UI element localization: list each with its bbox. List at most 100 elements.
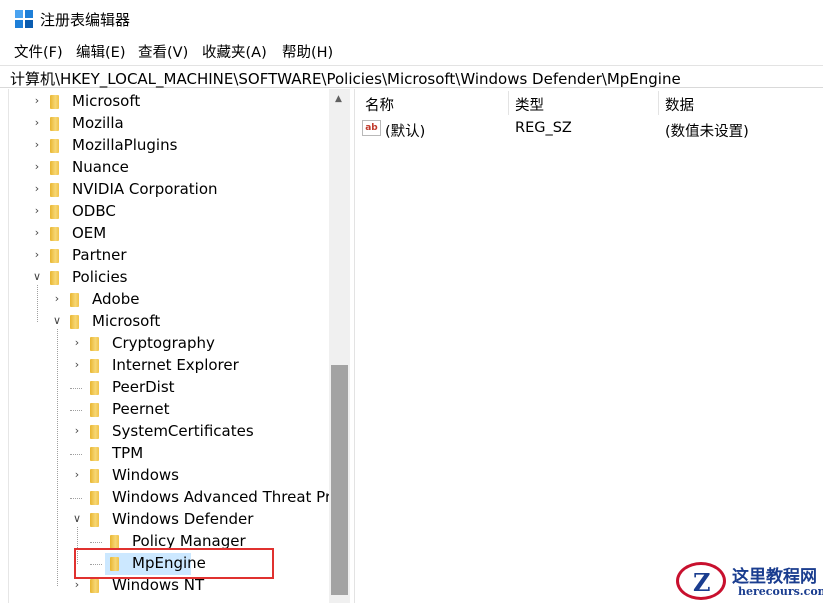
tree-node[interactable]: › Microsoft	[9, 91, 331, 113]
tree-node-label: Internet Explorer	[112, 356, 239, 374]
tree-node-label: PeerDist	[112, 378, 175, 396]
chevron-down-icon[interactable]: ∨	[51, 315, 63, 327]
column-divider[interactable]	[508, 91, 509, 115]
pane-splitter[interactable]	[350, 89, 355, 603]
tree-scrollbar[interactable]: ▲	[329, 89, 350, 603]
registry-editor-icon	[15, 10, 34, 29]
tree-node[interactable]: › OEM	[9, 223, 331, 245]
site-watermark: Z 这里教程网 herecours.com	[676, 560, 823, 603]
folder-icon	[90, 447, 99, 461]
watermark-title: 这里教程网	[732, 567, 817, 587]
tree-guide-line	[70, 388, 82, 389]
title-bar: 注册表编辑器	[0, 0, 823, 38]
chevron-right-icon[interactable]: ›	[31, 205, 43, 217]
column-header-name[interactable]: 名称	[365, 94, 394, 115]
menu-file[interactable]: 文件(F)	[14, 41, 63, 62]
tree-node-label: Peernet	[112, 400, 170, 418]
tree-node-label: Cryptography	[112, 334, 215, 352]
tree-node[interactable]: › Partner	[9, 245, 331, 267]
folder-icon	[90, 403, 99, 417]
tree-node-label: ODBC	[72, 202, 116, 220]
folder-icon	[50, 227, 59, 241]
chevron-right-icon[interactable]: ›	[31, 139, 43, 151]
tree-node-label: Windows Advanced Threat Pro	[112, 488, 340, 506]
chevron-right-icon[interactable]: ›	[71, 579, 83, 591]
menu-view[interactable]: 查看(V)	[138, 41, 188, 62]
tree-guide-line	[57, 329, 58, 586]
value-row[interactable]: ab (默认) REG_SZ (数值未设置)	[356, 118, 823, 140]
tree-node-label: Adobe	[92, 290, 140, 308]
folder-icon	[50, 271, 59, 285]
chevron-right-icon[interactable]: ›	[31, 183, 43, 195]
tree-node-label: OEM	[72, 224, 107, 242]
menu-favorites[interactable]: 收藏夹(A)	[202, 41, 267, 62]
folder-icon	[50, 95, 59, 109]
chevron-right-icon[interactable]: ›	[71, 337, 83, 349]
tree-node-label: NVIDIA Corporation	[72, 180, 218, 198]
menu-help[interactable]: 帮助(H)	[282, 41, 333, 62]
folder-icon	[90, 513, 99, 527]
chevron-right-icon[interactable]: ›	[31, 249, 43, 261]
tree-guide-line	[37, 285, 38, 322]
chevron-right-icon[interactable]: ›	[51, 293, 63, 305]
tree-node[interactable]: › Adobe	[9, 289, 331, 311]
tree-node-label: Nuance	[72, 158, 129, 176]
tree-node-label: MozillaPlugins	[72, 136, 178, 154]
folder-icon	[110, 535, 119, 549]
chevron-right-icon[interactable]: ›	[31, 161, 43, 173]
tree-guide-line	[90, 542, 102, 543]
address-bar[interactable]: 计算机\HKEY_LOCAL_MACHINE\SOFTWARE\Policies…	[0, 65, 823, 88]
folder-icon	[90, 337, 99, 351]
values-list: 名称 类型 数据 ab (默认) REG_SZ (数值未设置)	[356, 89, 823, 603]
watermark-url: herecours.com	[738, 585, 823, 598]
tree-node[interactable]: › ODBC	[9, 201, 331, 223]
tree-node-label: Microsoft	[72, 92, 141, 110]
watermark-logo-letter: Z	[693, 568, 711, 597]
tree-node[interactable]: › Mozilla	[9, 113, 331, 135]
chevron-right-icon[interactable]: ›	[31, 117, 43, 129]
tree-guide-line	[70, 410, 82, 411]
tree-node-label: Microsoft	[92, 312, 161, 330]
chevron-right-icon[interactable]: ›	[71, 425, 83, 437]
address-path[interactable]: 计算机\HKEY_LOCAL_MACHINE\SOFTWARE\Policies…	[10, 68, 681, 89]
tree-node-label: TPM	[112, 444, 144, 462]
column-header-data[interactable]: 数据	[665, 94, 694, 115]
chevron-right-icon[interactable]: ›	[31, 95, 43, 107]
folder-icon	[50, 183, 59, 197]
column-header-type[interactable]: 类型	[515, 94, 544, 115]
menu-edit[interactable]: 编辑(E)	[76, 41, 125, 62]
chevron-right-icon[interactable]: ›	[71, 359, 83, 371]
folder-icon	[70, 315, 79, 329]
folder-icon	[50, 139, 59, 153]
menu-bar: 文件(F) 编辑(E) 查看(V) 收藏夹(A) 帮助(H)	[0, 38, 823, 63]
chevron-right-icon[interactable]: ›	[31, 227, 43, 239]
column-divider[interactable]	[658, 91, 659, 115]
chevron-right-icon[interactable]: ›	[71, 469, 83, 481]
tree-guide-line	[70, 454, 82, 455]
folder-icon	[90, 491, 99, 505]
tree-node-label: Partner	[72, 246, 127, 264]
folder-icon	[50, 205, 59, 219]
scrollbar-thumb[interactable]	[331, 365, 348, 595]
tree-node-label: Windows Defender	[112, 510, 254, 528]
tree-node[interactable]: › Nuance	[9, 157, 331, 179]
chevron-down-icon[interactable]: ∨	[71, 513, 83, 525]
tree-node[interactable]: › NVIDIA Corporation	[9, 179, 331, 201]
folder-icon	[90, 579, 99, 593]
value-data: (数值未设置)	[665, 124, 749, 140]
tree-node[interactable]: › MozillaPlugins	[9, 135, 331, 157]
chevron-down-icon[interactable]: ∨	[31, 271, 43, 283]
highlight-annotation	[74, 548, 274, 579]
folder-icon	[70, 293, 79, 307]
tree-node-label: Policies	[72, 268, 128, 286]
key-tree[interactable]: › Microsoft › Mozilla › MozillaPlugins › Nuance…	[8, 89, 350, 603]
folder-icon	[90, 381, 99, 395]
folder-icon	[50, 249, 59, 263]
tree-node-label: Windows	[112, 466, 179, 484]
folder-icon	[50, 117, 59, 131]
value-name: (默认)	[385, 124, 426, 140]
scroll-up-arrow-icon[interactable]: ▲	[335, 94, 342, 104]
tree-node[interactable]: ∨ Policies	[9, 267, 331, 289]
window-title: 注册表编辑器	[40, 11, 131, 29]
tree-node-label: SystemCertificates	[112, 422, 254, 440]
